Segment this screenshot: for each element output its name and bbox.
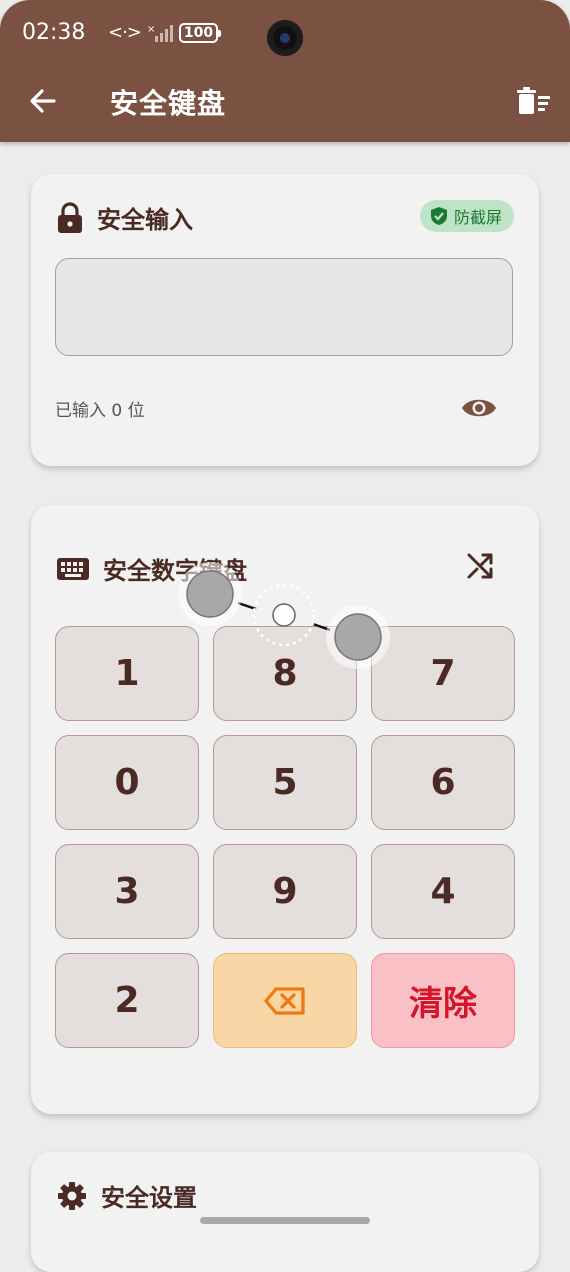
status-icons: <·> × 100 [108, 22, 222, 43]
status-time: 02:38 [22, 20, 86, 45]
lock-icon [58, 201, 82, 233]
screenshot-protection-badge: 防截屏 [419, 200, 514, 232]
key-2[interactable]: 2 [55, 953, 199, 1048]
gear-icon [58, 1181, 86, 1210]
key-6[interactable]: 6 [371, 735, 515, 830]
battery-icon: 100 [178, 22, 222, 43]
signal-icon: × [147, 24, 173, 42]
keyboard-card: 安全数字键盘 1 8 7 0 5 6 3 9 4 2 清除 [31, 505, 539, 1114]
keyboard-icon [57, 557, 89, 580]
shield-check-icon [430, 207, 447, 225]
key-9[interactable]: 9 [213, 844, 357, 939]
key-7[interactable]: 7 [371, 626, 515, 721]
keyboard-title: 安全数字键盘 [103, 557, 247, 585]
key-5[interactable]: 5 [213, 735, 357, 830]
key-0[interactable]: 0 [55, 735, 199, 830]
backspace-icon [264, 986, 305, 1015]
arrow-left-icon[interactable] [26, 84, 60, 118]
security-settings-card: 安全设置 [31, 1152, 539, 1272]
badge-label: 防截屏 [453, 208, 502, 227]
page-title: 安全键盘 [110, 87, 227, 120]
key-8[interactable]: 8 [213, 626, 357, 721]
secure-input-header: 安全输入 [57, 200, 193, 235]
svg-text:×: × [147, 24, 155, 35]
clear-list-icon[interactable] [516, 86, 552, 116]
key-4[interactable]: 4 [371, 844, 515, 939]
shuffle-icon[interactable] [465, 551, 495, 581]
settings-header: 安全设置 [57, 1178, 197, 1213]
input-count-label: 已输入 0 位 [55, 401, 145, 421]
network-speed-icon: <·> [108, 22, 142, 43]
keyboard-header: 安全数字键盘 [57, 551, 247, 586]
pin-input-field[interactable] [55, 258, 513, 356]
clear-button[interactable]: 清除 [371, 953, 515, 1048]
secure-input-title: 安全输入 [97, 206, 193, 234]
camera-cutout [267, 20, 303, 56]
settings-title: 安全设置 [101, 1184, 197, 1212]
home-indicator[interactable] [200, 1217, 370, 1224]
key-3[interactable]: 3 [55, 844, 199, 939]
secure-input-card: 安全输入 防截屏 已输入 0 位 [31, 174, 539, 466]
backspace-button[interactable] [213, 953, 357, 1048]
eye-icon[interactable] [461, 394, 497, 422]
app-bar: 02:38 <·> × 100 安全键盘 [0, 0, 570, 142]
key-1[interactable]: 1 [55, 626, 199, 721]
